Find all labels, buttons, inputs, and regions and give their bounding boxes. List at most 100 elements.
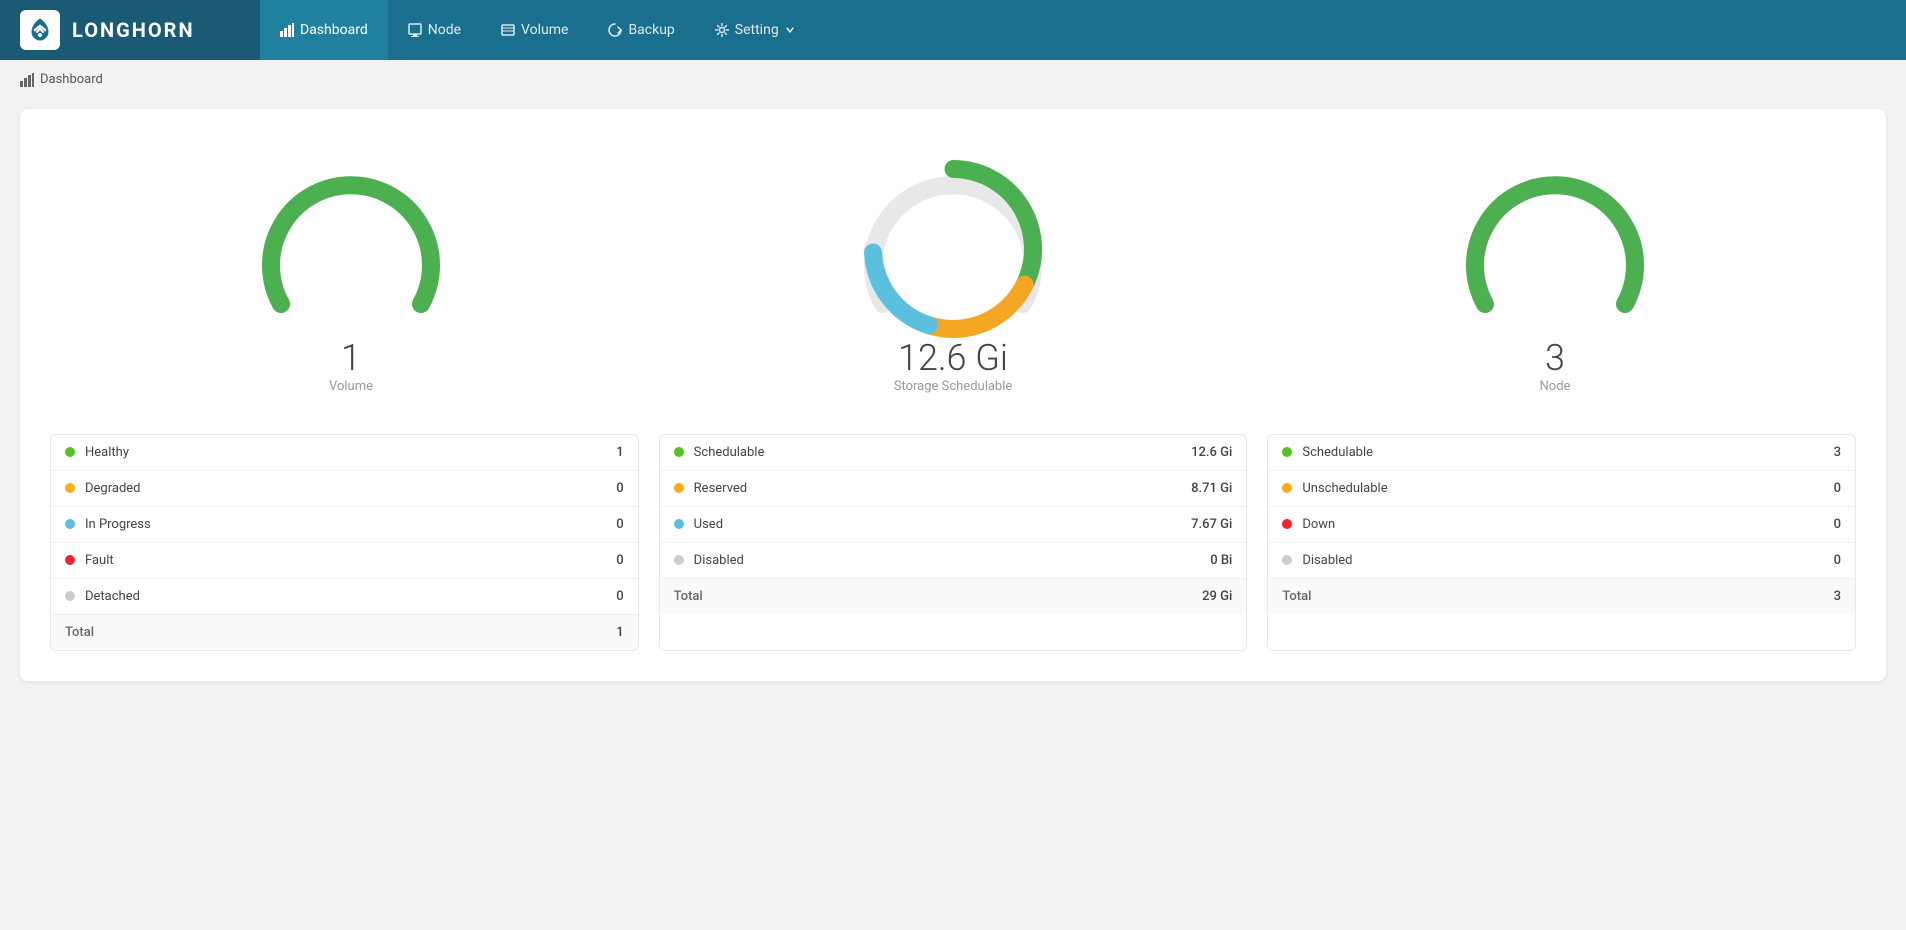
node-down-value: 0	[1834, 517, 1841, 532]
storage-schedulable-label: Schedulable	[694, 445, 1191, 460]
volume-total-value: 1	[616, 625, 623, 640]
degraded-label: Degraded	[85, 481, 616, 496]
storage-stat-used: Used 7.67 Gi	[660, 507, 1247, 543]
node-stat-down: Down 0	[1268, 507, 1855, 543]
node-stat-unschedulable: Unschedulable 0	[1268, 471, 1855, 507]
storage-stat-total: Total 29 Gi	[660, 579, 1247, 614]
volume-gauge-svg	[251, 149, 451, 349]
node-stat-schedulable: Schedulable 3	[1268, 435, 1855, 471]
healthy-dot	[65, 447, 75, 457]
inprogress-dot	[65, 519, 75, 529]
node-stat-total: Total 3	[1268, 579, 1855, 614]
volume-stat-healthy: Healthy 1	[51, 435, 638, 471]
storage-used-dot	[674, 519, 684, 529]
logo-section: LONGHORN	[0, 0, 260, 60]
gauges-row: 1 Volume	[50, 139, 1856, 424]
volume-stat-inprogress: In Progress 0	[51, 507, 638, 543]
fault-value: 0	[616, 553, 623, 568]
node-schedulable-dot	[1282, 447, 1292, 457]
volume-stat-fault: Fault 0	[51, 543, 638, 579]
node-gauge-container: 3 Node	[1254, 149, 1856, 394]
storage-gauge-svg	[853, 149, 1053, 349]
storage-gauge-value: 12.6 Gi	[894, 339, 1013, 379]
volume-gauge-value: 1	[329, 339, 373, 379]
fault-label: Fault	[85, 553, 616, 568]
volume-stat-detached: Detached 0	[51, 579, 638, 615]
breadcrumb-icon	[20, 73, 34, 87]
storage-total-label: Total	[674, 589, 1202, 604]
storage-stats-table: Schedulable 12.6 Gi Reserved 8.71 Gi Use…	[659, 434, 1248, 651]
node-gauge-center: 3 Node	[1540, 339, 1571, 394]
storage-disabled-value: 0 Bi	[1210, 553, 1232, 568]
breadcrumb: Dashboard	[0, 60, 1906, 99]
storage-schedulable-dot	[674, 447, 684, 457]
volume-stats-table: Healthy 1 Degraded 0 In Progress 0 Fault…	[50, 434, 639, 651]
storage-total-value: 29 Gi	[1202, 589, 1232, 604]
setting-icon	[715, 23, 729, 37]
node-total-value: 3	[1834, 589, 1841, 604]
breadcrumb-text: Dashboard	[40, 72, 103, 87]
volume-gauge-center: 1 Volume	[329, 339, 373, 394]
header: LONGHORN Dashboard Node Volume	[0, 0, 1906, 60]
healthy-label: Healthy	[85, 445, 616, 460]
storage-schedulable-value: 12.6 Gi	[1191, 445, 1232, 460]
node-schedulable-label: Schedulable	[1302, 445, 1833, 460]
node-down-label: Down	[1302, 517, 1833, 532]
volume-total-label: Total	[65, 625, 616, 640]
volume-stat-degraded: Degraded 0	[51, 471, 638, 507]
nav-volume[interactable]: Volume	[481, 0, 588, 60]
node-unschedulable-value: 0	[1834, 481, 1841, 496]
volume-icon	[501, 23, 515, 37]
node-down-dot	[1282, 519, 1292, 529]
degraded-value: 0	[616, 481, 623, 496]
main-content: 1 Volume	[0, 99, 1906, 701]
main-nav: Dashboard Node Volume Backup	[260, 0, 815, 60]
detached-label: Detached	[85, 589, 616, 604]
node-schedulable-value: 3	[1834, 445, 1841, 460]
node-total-label: Total	[1282, 589, 1833, 604]
stats-row: Healthy 1 Degraded 0 In Progress 0 Fault…	[50, 424, 1856, 651]
node-disabled-label: Disabled	[1302, 553, 1833, 568]
logo-icon	[20, 10, 60, 50]
node-stats-table: Schedulable 3 Unschedulable 0 Down 0 Dis…	[1267, 434, 1856, 651]
storage-gauge-container: 12.6 Gi Storage Schedulable	[652, 149, 1254, 394]
node-disabled-dot	[1282, 555, 1292, 565]
healthy-value: 1	[616, 445, 623, 460]
storage-stat-schedulable: Schedulable 12.6 Gi	[660, 435, 1247, 471]
node-gauge-label: Node	[1540, 379, 1571, 394]
dashboard-card: 1 Volume	[20, 109, 1886, 681]
storage-disabled-dot	[674, 555, 684, 565]
storage-used-label: Used	[694, 517, 1191, 532]
nav-backup[interactable]: Backup	[588, 0, 694, 60]
node-unschedulable-label: Unschedulable	[1302, 481, 1833, 496]
backup-icon	[608, 23, 622, 37]
fault-dot	[65, 555, 75, 565]
node-gauge-svg	[1455, 149, 1655, 349]
nav-setting[interactable]: Setting	[695, 0, 815, 60]
detached-value: 0	[616, 589, 623, 604]
node-unschedulable-dot	[1282, 483, 1292, 493]
nav-dashboard[interactable]: Dashboard	[260, 0, 388, 60]
volume-gauge-label: Volume	[329, 379, 373, 394]
node-gauge-value: 3	[1540, 339, 1571, 379]
detached-dot	[65, 591, 75, 601]
storage-disabled-label: Disabled	[694, 553, 1211, 568]
nav-node[interactable]: Node	[388, 0, 481, 60]
storage-stat-reserved: Reserved 8.71 Gi	[660, 471, 1247, 507]
chart-icon	[280, 23, 294, 37]
volume-stat-total: Total 1	[51, 615, 638, 650]
storage-used-value: 7.67 Gi	[1191, 517, 1232, 532]
inprogress-label: In Progress	[85, 517, 616, 532]
storage-reserved-value: 8.71 Gi	[1191, 481, 1232, 496]
node-disabled-value: 0	[1834, 553, 1841, 568]
volume-gauge-container: 1 Volume	[50, 149, 652, 394]
storage-reserved-label: Reserved	[694, 481, 1191, 496]
inprogress-value: 0	[616, 517, 623, 532]
storage-stat-disabled: Disabled 0 Bi	[660, 543, 1247, 579]
chevron-down-icon	[785, 25, 795, 35]
degraded-dot	[65, 483, 75, 493]
node-stat-disabled: Disabled 0	[1268, 543, 1855, 579]
storage-gauge-label: Storage Schedulable	[894, 379, 1013, 394]
logo-text: LONGHORN	[72, 18, 195, 42]
node-icon	[408, 23, 422, 37]
